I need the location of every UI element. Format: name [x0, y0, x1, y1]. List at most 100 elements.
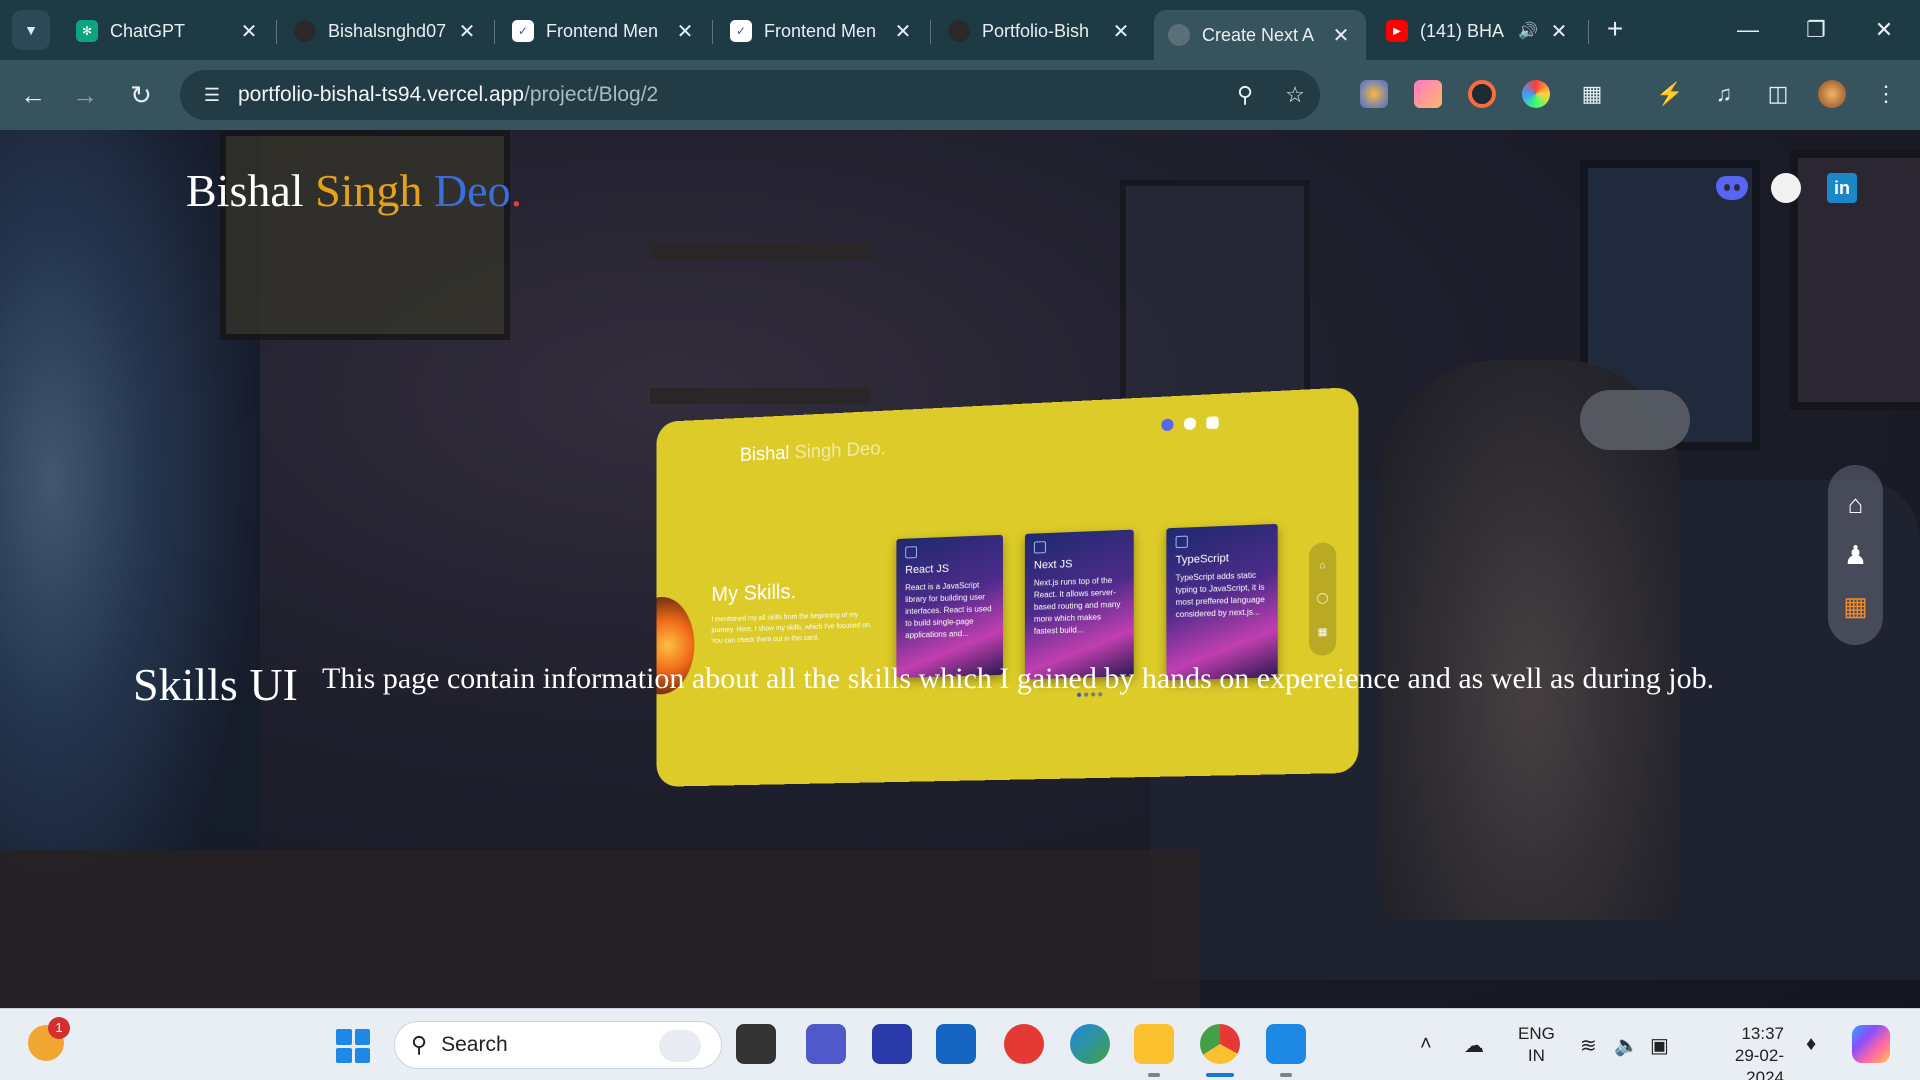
- discord-icon: [1161, 418, 1174, 432]
- side-navigation: ⌂ ♟ ▦: [1828, 465, 1883, 645]
- discord-icon: [1716, 176, 1748, 200]
- extension-icon[interactable]: [1414, 80, 1442, 108]
- tab-title: Create Next A: [1202, 24, 1315, 45]
- vscode-icon[interactable]: [1266, 1024, 1306, 1064]
- skill-text: React is a JavaScript library for buildi…: [905, 580, 992, 640]
- preview-description: I mentioned my all skills from the begin…: [711, 611, 872, 646]
- notification-badge: 1: [48, 1017, 70, 1039]
- zoom-icon[interactable]: ⚲: [1230, 80, 1260, 110]
- tab-search-button[interactable]: ▼: [12, 10, 50, 50]
- globe-icon: [1168, 24, 1190, 46]
- close-tab-icon[interactable]: ✕: [1330, 23, 1352, 48]
- bookmark-star-icon[interactable]: ☆: [1280, 80, 1310, 110]
- github-icon: [948, 20, 970, 42]
- react-icon: [905, 546, 917, 559]
- microsoft-store-icon[interactable]: [936, 1024, 976, 1064]
- reload-button[interactable]: ↻: [122, 76, 160, 114]
- nextjs-icon: [1033, 541, 1046, 554]
- task-view-icon[interactable]: [736, 1024, 776, 1064]
- tab-youtube[interactable]: ▶ (141) BHA 🔊 ✕: [1372, 10, 1584, 52]
- discord-link[interactable]: [1714, 170, 1750, 206]
- tab-create-next-app[interactable]: Create Next A ✕: [1154, 10, 1366, 60]
- wps-office-icon[interactable]: [1004, 1024, 1044, 1064]
- chrome-icon[interactable]: [1200, 1024, 1240, 1064]
- show-hidden-icons-chevron[interactable]: ˄: [1420, 1033, 1432, 1056]
- preview-social-icons: [1161, 416, 1219, 432]
- chevron-down-icon: ▼: [24, 22, 38, 38]
- tab-chatgpt[interactable]: ✻ ChatGPT ✕: [62, 10, 274, 52]
- extension-icon[interactable]: [1468, 80, 1496, 108]
- browser-toolbar: ← → ↻ ☰ portfolio-bishal-ts94.vercel.app…: [0, 60, 1920, 130]
- address-bar[interactable]: ☰ portfolio-bishal-ts94.vercel.app/proje…: [180, 70, 1320, 120]
- new-tab-button[interactable]: +: [1600, 14, 1630, 44]
- url-host: portfolio-bishal-ts94.vercel.app: [238, 83, 524, 106]
- project-preview-card: Bishal Singh Deo. My Skills. I mentioned…: [656, 386, 1359, 787]
- input-language[interactable]: ENG IN: [1518, 1023, 1555, 1067]
- teams-icon[interactable]: [806, 1024, 846, 1064]
- tab-separator: [276, 20, 277, 44]
- minimize-button[interactable]: —: [1728, 12, 1768, 48]
- copilot-icon[interactable]: [1852, 1025, 1890, 1063]
- restore-button[interactable]: ❐: [1796, 12, 1836, 48]
- forward-button[interactable]: →: [66, 76, 104, 114]
- linkedin-icon: in: [1827, 173, 1857, 203]
- close-window-button[interactable]: ✕: [1864, 12, 1904, 48]
- user-icon[interactable]: ♟: [1841, 540, 1871, 570]
- github-icon: [294, 20, 316, 42]
- onedrive-icon[interactable]: ☁: [1464, 1033, 1484, 1058]
- start-button[interactable]: [336, 1029, 370, 1063]
- tab-portfolio-github[interactable]: Portfolio-Bish ✕: [934, 10, 1146, 52]
- speaker-icon[interactable]: 🔊: [1518, 21, 1538, 41]
- volume-icon[interactable]: 🔈: [1614, 1033, 1639, 1058]
- site-brand-logo[interactable]: Bishal Singh Deo.: [186, 164, 522, 217]
- tab-title: ChatGPT: [110, 20, 186, 41]
- app-active-indicator: [1206, 1073, 1234, 1077]
- profile-avatar[interactable]: [1818, 80, 1846, 108]
- edge-icon[interactable]: [1070, 1024, 1110, 1064]
- notification-bell-icon[interactable]: ♦: [1806, 1033, 1816, 1056]
- file-explorer-icon[interactable]: [1134, 1024, 1174, 1064]
- tab-github-profile[interactable]: Bishalsnghd07 ✕: [280, 10, 492, 52]
- extensions-puzzle-icon[interactable]: ▦: [1576, 78, 1608, 110]
- app-running-indicator: [1148, 1073, 1160, 1077]
- battery-icon[interactable]: ▣: [1650, 1033, 1669, 1058]
- tab-frontend-mentor-1[interactable]: ✓ Frontend Men ✕: [498, 10, 710, 52]
- back-button[interactable]: ←: [14, 76, 52, 114]
- system-clock[interactable]: 13:37 29-02-2024: [1700, 1023, 1784, 1080]
- region-code: IN: [1527, 1046, 1545, 1065]
- skill-card-next: Next JS Next.js runs top of the React. I…: [1024, 529, 1134, 680]
- search-icon: ⚲: [411, 1032, 428, 1057]
- skill-text: Next.js runs top of the React. It allows…: [1033, 575, 1121, 636]
- color-picker-extension-icon[interactable]: [1522, 80, 1550, 108]
- editor-app-icon[interactable]: [872, 1024, 912, 1064]
- home-icon[interactable]: ⌂: [1841, 489, 1871, 519]
- tab-title: Bishalsnghd07: [328, 20, 447, 41]
- clock-time: 13:37: [1741, 1024, 1784, 1043]
- more-menu-icon[interactable]: ⋮: [1870, 78, 1902, 110]
- brand-last-name: Deo: [433, 165, 511, 216]
- taskbar-search[interactable]: ⚲ Search: [394, 1021, 722, 1069]
- performance-icon[interactable]: ⚡: [1654, 78, 1686, 110]
- brand-first-name: Bishal: [186, 165, 304, 216]
- frontend-mentor-icon: ✓: [512, 20, 534, 42]
- side-panel-icon[interactable]: ◫: [1762, 78, 1794, 110]
- frontend-mentor-icon: ✓: [730, 20, 752, 42]
- linkedin-link[interactable]: in: [1824, 170, 1860, 206]
- close-tab-icon[interactable]: ✕: [1548, 19, 1570, 44]
- github-icon: [1771, 173, 1801, 203]
- wifi-icon[interactable]: ≋: [1580, 1033, 1597, 1058]
- github-icon: [1183, 417, 1197, 431]
- tab-title: (141) BHA: [1420, 20, 1505, 41]
- grid-icon[interactable]: ▦: [1841, 591, 1871, 621]
- site-info-icon[interactable]: ☰: [198, 81, 226, 109]
- close-tab-icon[interactable]: ✕: [892, 19, 914, 44]
- close-tab-icon[interactable]: ✕: [238, 19, 260, 44]
- close-tab-icon[interactable]: ✕: [1110, 19, 1132, 44]
- github-link[interactable]: [1768, 170, 1804, 206]
- tab-frontend-mentor-2[interactable]: ✓ Frontend Men ✕: [716, 10, 928, 52]
- clock-date: 29-02-2024: [1734, 1046, 1784, 1080]
- extension-icon[interactable]: [1360, 80, 1388, 108]
- close-tab-icon[interactable]: ✕: [674, 19, 696, 44]
- media-controls-icon[interactable]: ♫: [1708, 78, 1740, 110]
- close-tab-icon[interactable]: ✕: [456, 19, 478, 44]
